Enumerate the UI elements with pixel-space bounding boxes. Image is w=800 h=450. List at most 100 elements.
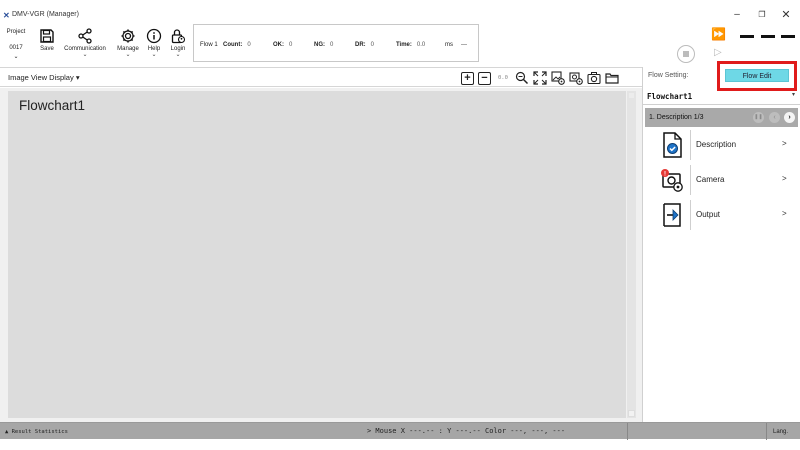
save-icon <box>40 29 54 43</box>
ng-stat: NG: 0 <box>314 42 333 48</box>
menu-separator <box>690 200 691 230</box>
dr-value: 0 <box>370 42 375 48</box>
image-settings-icon[interactable] <box>551 71 565 85</box>
flow-setting-label: Flow Setting: <box>648 72 689 79</box>
camera-settings-icon: ! <box>661 169 683 192</box>
pause-icon[interactable]: ❚❚ <box>753 112 764 123</box>
zoom-level: 0.0 <box>498 75 508 81</box>
panel-divider <box>642 67 643 422</box>
result-statistics-toggle[interactable]: ▲ Result Statistics <box>5 429 68 435</box>
previous-button[interactable]: ‹ <box>769 112 780 123</box>
description-label: Description <box>696 140 737 149</box>
vertical-scrollbar[interactable] <box>627 91 636 418</box>
share-icon <box>78 28 92 44</box>
menu-separator <box>690 165 691 195</box>
chevron-right-icon: > <box>782 174 787 183</box>
minimize-button[interactable]: – <box>726 8 748 22</box>
zoom-fit-icon[interactable] <box>515 71 529 85</box>
time-unit: ms <box>445 42 453 48</box>
chevron-down-icon: ⌄ <box>151 52 157 58</box>
status-bar: ▲ Result Statistics > Mouse X ---.-- : Y… <box>0 422 800 440</box>
caret-down-icon: ▾ <box>75 73 80 82</box>
chevron-right-icon: > <box>782 209 787 218</box>
image-view-tools: + − 0.0 <box>461 70 619 86</box>
flowchart-name: Flowchart1 <box>647 92 693 101</box>
app-logo-icon: ✕ <box>3 11 10 20</box>
canvas-title: Flowchart1 <box>19 98 86 113</box>
language-button[interactable]: Lang. <box>773 429 788 435</box>
time-stat: Time: 0.0 <box>396 42 425 48</box>
scroll-up-arrow[interactable] <box>629 93 634 98</box>
chevron-down-icon: ⌄ <box>82 52 88 58</box>
ok-label: OK: <box>273 42 284 48</box>
zoom-out-button[interactable]: − <box>478 71 491 85</box>
manage-button[interactable]: Manage ⌄ <box>115 24 141 66</box>
output-menu-item[interactable]: Output > <box>656 200 796 230</box>
ng-value: 0 <box>330 42 334 48</box>
result-statistics-label: Result Statistics <box>11 429 68 435</box>
highlight-annotation <box>717 61 797 91</box>
count-value: 0 <box>247 42 251 48</box>
time-value: 0.0 <box>416 42 426 48</box>
chevron-down-icon: ⌄ <box>125 52 131 58</box>
flowchart-selector[interactable]: Flowchart1 ▾ <box>643 88 800 105</box>
menu-separator <box>690 130 691 160</box>
ok-stat: OK: 0 <box>273 42 292 48</box>
ok-value: 0 <box>289 42 293 48</box>
image-view-display-dropdown[interactable]: Image View Display ▾ <box>8 73 80 82</box>
scroll-down-arrow[interactable] <box>628 410 635 417</box>
count-label: Count: <box>223 42 243 48</box>
fullscreen-icon[interactable] <box>533 71 547 85</box>
image-view-area: Flowchart1 <box>0 88 642 422</box>
caret-up-icon: ▲ <box>5 429 9 435</box>
mouse-info: > Mouse X ---.-- : Y ---.-- Color ---, -… <box>367 427 566 435</box>
info-icon <box>146 28 162 44</box>
next-button[interactable]: › <box>784 112 795 123</box>
title-bar: ✕ DMV-VGR (Manager) – ❐ ✕ <box>0 0 800 22</box>
dr-stat: DR: 0 <box>355 42 374 48</box>
image-save-settings-icon[interactable] <box>569 71 583 85</box>
project-selector[interactable]: Project 0017 ⌄ <box>4 29 28 60</box>
chevron-down-icon: ⌄ <box>175 52 181 58</box>
chevron-down-icon: ▾ <box>791 92 795 98</box>
flow-name: Flow 1 <box>200 42 218 48</box>
time-label: Time: <box>396 42 412 48</box>
folder-icon[interactable] <box>605 71 619 85</box>
close-button[interactable]: ✕ <box>775 8 797 22</box>
maximize-button[interactable]: ❐ <box>751 8 773 22</box>
fast-forward-icon[interactable]: ⏩ <box>711 27 726 41</box>
camera-menu-item[interactable]: ! Camera > <box>656 165 796 195</box>
save-button[interactable]: Save <box>35 24 59 66</box>
image-view-title: Image View Display <box>8 73 74 82</box>
stop-button[interactable] <box>677 45 695 63</box>
lock-icon <box>171 29 186 44</box>
image-view-header: Image View Display ▾ + − 0.0 <box>0 67 642 87</box>
count-stat: Count: 0 <box>223 42 251 48</box>
communication-button[interactable]: Communication ⌄ <box>62 24 108 66</box>
save-label: Save <box>40 46 54 52</box>
project-number: 0017 <box>9 45 23 51</box>
flow-statistics-panel: Flow 1 Count: 0 OK: 0 NG: 0 DR: 0 Time: 0.0 m… <box>193 24 479 62</box>
help-button[interactable]: Help ⌄ <box>145 24 163 66</box>
window-title: DMV-VGR (Manager) <box>12 11 79 18</box>
document-check-icon <box>663 132 682 158</box>
description-header-title: 1. Description 1/3 <box>649 114 704 121</box>
svg-text:!: ! <box>664 171 666 177</box>
description-header: 1. Description 1/3 ❚❚ ‹ › <box>645 108 798 127</box>
output-arrow-icon <box>663 203 681 227</box>
description-menu-item[interactable]: Description > <box>656 130 796 160</box>
play-icon[interactable]: ▷ <box>714 47 722 58</box>
gear-icon <box>121 29 135 43</box>
ng-label: NG: <box>314 42 325 48</box>
output-label: Output <box>696 210 721 219</box>
flowchart-canvas[interactable]: Flowchart1 <box>8 91 626 418</box>
zoom-in-button[interactable]: + <box>461 71 474 85</box>
status-divider <box>627 423 628 440</box>
status-divider <box>766 423 767 440</box>
camera-capture-icon[interactable] <box>587 71 601 85</box>
login-button[interactable]: Login ⌄ <box>168 24 188 66</box>
chevron-right-icon: > <box>782 139 787 148</box>
chevron-down-icon: ⌄ <box>13 54 19 60</box>
camera-label: Camera <box>696 175 725 184</box>
extra-stat: --- <box>461 42 467 48</box>
